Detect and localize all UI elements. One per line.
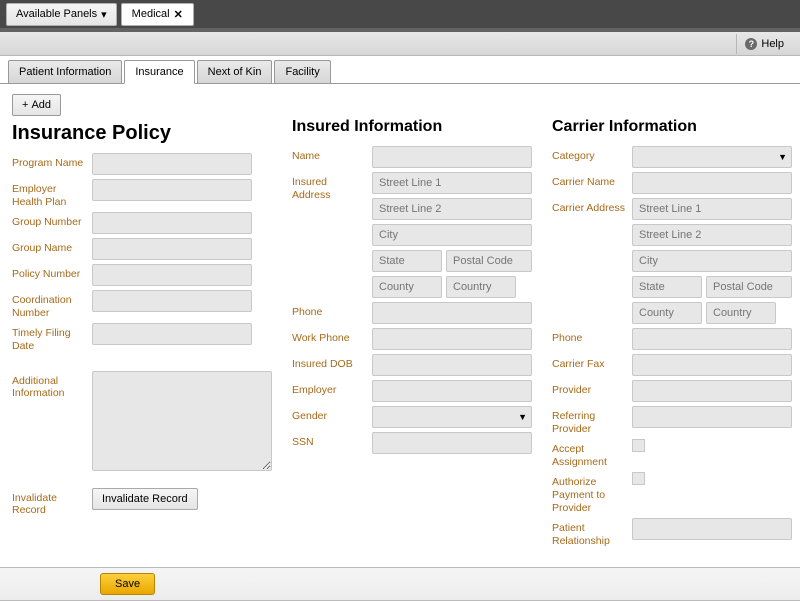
label-invalidate-record: Invalidate Record [12,488,92,517]
patient-relationship-field[interactable] [632,518,792,540]
policy-heading: Insurance Policy [12,122,272,145]
label-carrier-name: Carrier Name [552,172,632,189]
add-label: Add [31,99,51,111]
carrier-postal-field[interactable] [706,276,792,298]
insured-street2-field[interactable] [372,198,532,220]
label-policy-number: Policy Number [12,264,92,281]
label-referring-provider: Referring Provider [552,406,632,435]
insured-county-field[interactable] [372,276,442,298]
label-coord-number: Coordination Number [12,290,92,319]
label-carrier-address: Carrier Address [552,198,632,215]
referring-provider-field[interactable] [632,406,792,428]
carrier-category-select[interactable]: ▼ [632,146,792,168]
label-insured-gender: Gender [292,406,372,423]
plus-icon: + [22,99,28,111]
available-panels-dropdown[interactable]: Available Panels ▾ [6,3,117,26]
accept-assignment-checkbox[interactable] [632,439,645,452]
label-patient-relationship: Patient Relationship [552,518,632,547]
carrier-name-field[interactable] [632,172,792,194]
content-area: + Add Insurance Policy Program Name Empl… [0,84,800,561]
insured-phone-field[interactable] [372,302,532,324]
help-bar: ? Help [0,32,800,56]
chevron-down-icon: ▼ [778,152,787,162]
carrier-state-field[interactable] [632,276,702,298]
label-insured-name: Name [292,146,372,163]
insured-ssn-field[interactable] [372,432,532,454]
label-program-name: Program Name [12,153,92,170]
carrier-country-field[interactable] [706,302,776,324]
save-button[interactable]: Save [100,573,155,595]
carrier-information-section: Carrier Information Category ▼ Carrier Na… [552,116,792,551]
label-insured-employer: Employer [292,380,372,397]
tab-facility[interactable]: Facility [274,60,330,83]
insured-information-section: Insured Information Name Insured Address [292,116,532,551]
panel-tab-medical[interactable]: Medical ✕ [121,3,194,26]
provider-field[interactable] [632,380,792,402]
label-insured-phone: Phone [292,302,372,319]
coord-number-field[interactable] [92,290,252,312]
page-tabs: Patient Information Insurance Next of Ki… [0,56,800,84]
label-employer-plan: Employer Health Plan [12,179,92,208]
tab-next-of-kin[interactable]: Next of Kin [197,60,273,83]
label-provider: Provider [552,380,632,397]
policy-number-field[interactable] [92,264,252,286]
insured-employer-field[interactable] [372,380,532,402]
carrier-county-field[interactable] [632,302,702,324]
carrier-heading: Carrier Information [552,118,792,136]
insured-name-field[interactable] [372,146,532,168]
group-name-field[interactable] [92,238,252,260]
label-group-number: Group Number [12,212,92,229]
close-icon[interactable]: ✕ [174,8,183,21]
help-label: Help [761,38,784,50]
label-insured-address: Insured Address [292,172,372,201]
label-authorize-payment: Authorize Payment to Provider [552,472,632,514]
label-carrier-fax: Carrier Fax [552,354,632,371]
insured-city-field[interactable] [372,224,532,246]
additional-info-textarea[interactable] [92,371,272,471]
carrier-street2-field[interactable] [632,224,792,246]
insured-gender-select[interactable]: ▼ [372,406,532,428]
add-button[interactable]: + Add [12,94,61,116]
label-carrier-phone: Phone [552,328,632,345]
insurance-policy-section: Insurance Policy Program Name Employer H… [12,116,272,551]
carrier-street1-field[interactable] [632,198,792,220]
insured-country-field[interactable] [446,276,516,298]
insured-street1-field[interactable] [372,172,532,194]
invalidate-record-button[interactable]: Invalidate Record [92,488,198,510]
label-timely-filing: Timely Filing Date [12,323,92,352]
footer-bar: Save [0,567,800,601]
label-insured-ssn: SSN [292,432,372,449]
program-name-field[interactable] [92,153,252,175]
authorize-payment-checkbox[interactable] [632,472,645,485]
label-insured-dob: Insured DOB [292,354,372,371]
employer-plan-field[interactable] [92,179,252,201]
insured-dob-field[interactable] [372,354,532,376]
tab-patient-information[interactable]: Patient Information [8,60,122,83]
help-icon: ? [745,38,757,50]
insured-heading: Insured Information [292,118,532,136]
caret-down-icon: ▾ [101,8,107,21]
carrier-city-field[interactable] [632,250,792,272]
available-panels-label: Available Panels [16,8,97,20]
timely-filing-field[interactable] [92,323,252,345]
label-group-name: Group Name [12,238,92,255]
label-additional-info: Additional Information [12,371,92,400]
help-button[interactable]: ? Help [736,34,792,54]
chevron-down-icon: ▼ [518,412,527,422]
insured-work-phone-field[interactable] [372,328,532,350]
insured-postal-field[interactable] [446,250,532,272]
panel-tab-label: Medical [132,8,170,20]
app-topbar: Available Panels ▾ Medical ✕ [0,0,800,28]
tab-insurance[interactable]: Insurance [124,60,194,84]
insured-state-field[interactable] [372,250,442,272]
label-accept-assignment: Accept Assignment [552,439,632,468]
group-number-field[interactable] [92,212,252,234]
carrier-fax-field[interactable] [632,354,792,376]
label-insured-work-phone: Work Phone [292,328,372,345]
label-carrier-category: Category [552,146,632,163]
carrier-phone-field[interactable] [632,328,792,350]
